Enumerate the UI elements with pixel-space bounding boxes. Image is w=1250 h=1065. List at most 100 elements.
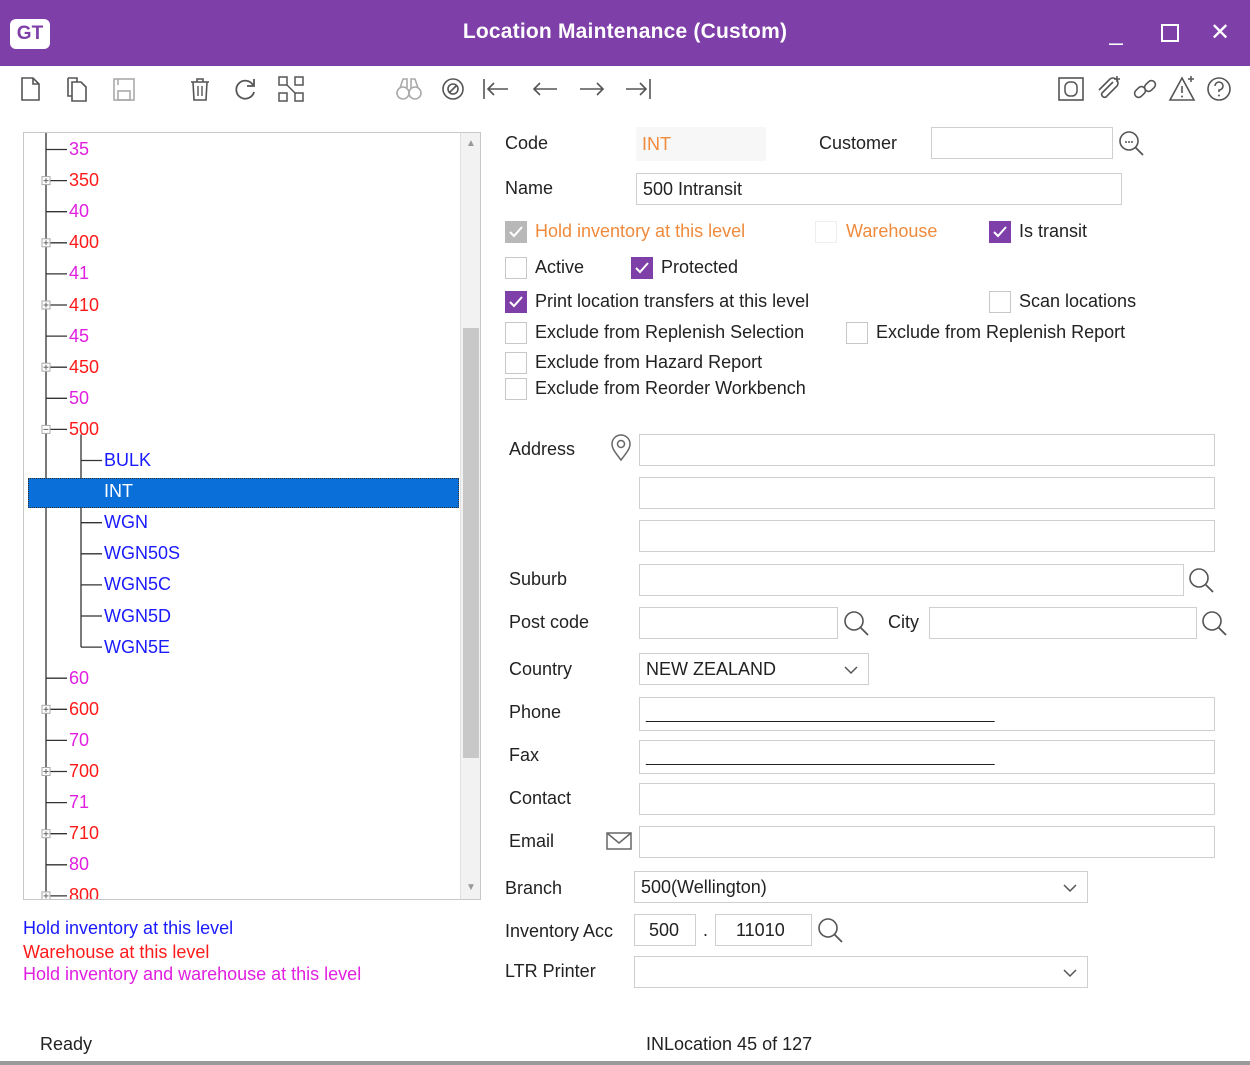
tree-node[interactable]: 35	[69, 134, 89, 165]
postcode-field[interactable]	[639, 607, 838, 639]
binoculars-icon[interactable]	[394, 74, 424, 104]
code-field[interactable]: INT	[636, 127, 766, 161]
print-transfers-label: Print location transfers at this level	[535, 291, 810, 311]
exclude-replenish-selection-label: Exclude from Replenish Selection	[535, 322, 805, 342]
tree-node[interactable]: 710	[69, 818, 99, 849]
previous-record-icon[interactable]	[530, 74, 560, 104]
attachment-icon[interactable]	[1093, 74, 1123, 104]
name-field[interactable]: 500 Intransit	[636, 173, 1122, 205]
is-transit-checkbox[interactable]	[989, 221, 1011, 243]
is-transit-label: Is transit	[1019, 221, 1088, 241]
tree-node[interactable]: WGN5D	[104, 601, 171, 632]
maximize-button[interactable]	[1152, 16, 1188, 50]
tree-node[interactable]: 410	[69, 290, 99, 321]
tree-node[interactable]: 71	[69, 787, 89, 818]
tree-node[interactable]: 50	[69, 383, 89, 414]
tree-node[interactable]: 400	[69, 227, 99, 258]
alert-icon[interactable]	[1167, 74, 1197, 104]
exclude-replenish-selection-checkbox[interactable]	[505, 322, 527, 344]
minimize-button[interactable]: _	[1098, 16, 1134, 50]
customer-field[interactable]	[931, 127, 1113, 159]
save-icon[interactable]	[109, 74, 139, 104]
branch-select[interactable]: 500(Wellington)	[634, 871, 1088, 903]
exclude-hazard-checkbox[interactable]	[505, 352, 527, 374]
inventory-acc-separator: .	[703, 920, 709, 940]
scroll-thumb[interactable]	[463, 328, 479, 758]
tree-node[interactable]: WGN5C	[104, 569, 171, 600]
refresh-icon[interactable]	[230, 74, 260, 104]
structure-icon[interactable]	[276, 74, 306, 104]
help-icon[interactable]	[1204, 74, 1234, 104]
tree-node[interactable]: 600	[69, 694, 99, 725]
tree-scrollbar[interactable]: ▲ ▼	[460, 133, 480, 899]
suburb-field[interactable]	[639, 564, 1184, 596]
tree-node[interactable]: 40	[69, 196, 89, 227]
tree-node[interactable]: 500	[69, 414, 99, 445]
protected-checkbox[interactable]	[631, 257, 653, 279]
ltr-printer-select[interactable]	[634, 956, 1088, 988]
exclude-reorder-checkbox[interactable]	[505, 378, 527, 400]
scroll-up-icon[interactable]: ▲	[464, 137, 478, 151]
scroll-down-icon[interactable]: ▼	[464, 881, 478, 895]
record-position: INLocation 45 of 127	[646, 1034, 813, 1054]
active-checkbox[interactable]	[505, 257, 527, 279]
tree-node[interactable]: 350	[69, 165, 99, 196]
first-record-icon[interactable]	[480, 74, 510, 104]
hold-inventory-checkbox[interactable]	[505, 221, 527, 243]
map-pin-icon[interactable]	[606, 433, 636, 463]
delete-icon[interactable]	[185, 74, 215, 104]
tree-node[interactable]: 80	[69, 849, 89, 880]
address-line3-field[interactable]	[639, 520, 1215, 552]
close-button[interactable]: ✕	[1202, 16, 1238, 50]
status-text: Ready	[40, 1034, 93, 1054]
city-field[interactable]	[929, 607, 1197, 639]
status-bar: Ready INLocation 45 of 127	[0, 1026, 1250, 1065]
email-field[interactable]	[639, 826, 1215, 858]
customer-search-icon[interactable]	[1116, 128, 1146, 158]
inventory-acc-part1-field[interactable]: 500	[634, 914, 696, 946]
last-record-icon[interactable]	[624, 74, 654, 104]
suburb-search-icon[interactable]	[1186, 565, 1216, 595]
phone-field[interactable]: ________________________________________…	[639, 697, 1215, 731]
tree-node[interactable]: BULK	[104, 445, 151, 476]
exclude-reorder-label: Exclude from Reorder Workbench	[535, 378, 806, 398]
print-transfers-checkbox[interactable]	[505, 291, 527, 313]
next-record-icon[interactable]	[577, 74, 607, 104]
country-select[interactable]: NEW ZEALAND	[639, 653, 869, 685]
address-line1-field[interactable]	[639, 434, 1215, 466]
postcode-search-icon[interactable]	[841, 608, 871, 638]
tree-node[interactable]: 700	[69, 756, 99, 787]
tree-node[interactable]: WGN5E	[104, 632, 170, 663]
exclude-replenish-report-checkbox[interactable]	[846, 322, 868, 344]
chevron-down-icon	[844, 666, 858, 675]
tree-node[interactable]: 800	[69, 880, 99, 899]
location-tree[interactable]: 35 350 40 400 41 410 45 450 50 500 BULK INT WGN WGN50…	[23, 132, 481, 900]
link-icon[interactable]	[1130, 74, 1160, 104]
fax-field[interactable]: ________________________________________…	[639, 740, 1215, 774]
tree-node[interactable]: 41	[69, 258, 89, 289]
email-icon[interactable]	[604, 826, 634, 856]
tree-node[interactable]: 70	[69, 725, 89, 756]
city-search-icon[interactable]	[1199, 608, 1229, 638]
address-line2-field[interactable]	[639, 477, 1215, 509]
tree-node[interactable]: WGN	[104, 507, 148, 538]
tree-node[interactable]: 60	[69, 663, 89, 694]
copy-document-icon[interactable]	[62, 74, 92, 104]
inventory-acc-search-icon[interactable]	[815, 915, 845, 945]
customer-label: Customer	[819, 133, 898, 153]
window-title: Location Maintenance (Custom)	[462, 20, 788, 43]
tree-node-selected[interactable]: INT	[104, 476, 133, 507]
protected-label: Protected	[661, 257, 739, 277]
tree-node[interactable]: 450	[69, 352, 99, 383]
country-label: Country	[509, 659, 573, 679]
warehouse-checkbox[interactable]	[815, 221, 837, 243]
target-icon[interactable]	[438, 74, 468, 104]
contact-field[interactable]	[639, 783, 1215, 815]
country-value: NEW ZEALAND	[646, 659, 777, 679]
tree-node[interactable]: 45	[69, 321, 89, 352]
tree-node[interactable]: WGN50S	[104, 538, 180, 569]
new-document-icon[interactable]	[15, 74, 45, 104]
scan-locations-checkbox[interactable]	[989, 291, 1011, 313]
inventory-acc-part2-field[interactable]: 11010	[715, 914, 812, 946]
notes-icon[interactable]	[1056, 74, 1086, 104]
